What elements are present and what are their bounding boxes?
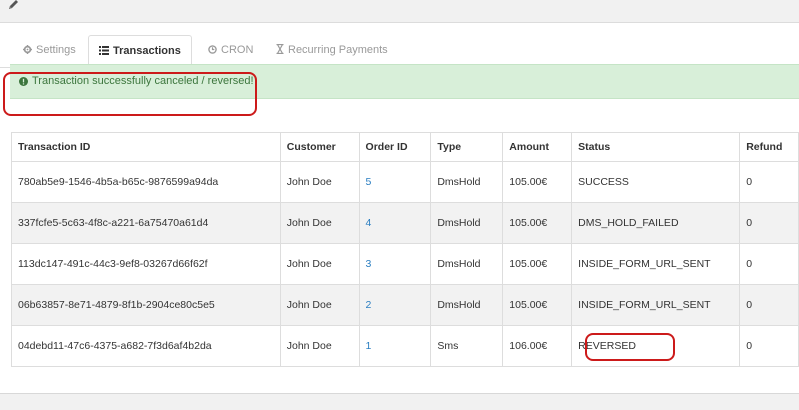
hourglass-icon <box>276 36 284 67</box>
tab-recurring-payments-label: Recurring Payments <box>288 44 388 56</box>
cell-order-id: 4 <box>358 202 432 244</box>
cell-order-id: 5 <box>358 161 432 203</box>
cell-transaction-id: 04debd11-47c6-4375-a682-7f3d6af4b2da <box>11 325 281 367</box>
cell-amount: 105.00€ <box>502 161 573 203</box>
cell-customer: John Doe <box>279 325 360 367</box>
cell-amount: 106.00€ <box>502 325 573 367</box>
cell-transaction-id: 780ab5e9-1546-4b5a-b65c-9876599a94da <box>11 161 281 203</box>
tab-settings-label: Settings <box>36 44 76 56</box>
tab-cron[interactable]: CRON <box>208 35 253 66</box>
header-amount[interactable]: Amount <box>502 132 573 162</box>
table-row: 04debd11-47c6-4375-a682-7f3d6af4b2da Joh… <box>11 325 799 367</box>
cell-refund: 0 <box>739 243 799 285</box>
order-link[interactable]: 1 <box>366 340 372 352</box>
tab-settings[interactable]: Settings <box>23 35 76 66</box>
cell-type: DmsHold <box>430 284 504 326</box>
pencil-icon[interactable] <box>7 0 21 12</box>
transactions-table: Transaction ID Customer Order ID Type Am… <box>11 132 799 367</box>
header-status[interactable]: Status <box>571 132 741 162</box>
cell-amount: 105.00€ <box>502 243 573 285</box>
clock-icon <box>208 36 217 67</box>
cell-type: DmsHold <box>430 243 504 285</box>
cell-status: INSIDE_FORM_URL_SENT <box>571 243 741 285</box>
table-row: 780ab5e9-1546-4b5a-b65c-9876599a94da Joh… <box>11 161 799 203</box>
table-row: 06b63857-8e71-4879-8f1b-2904ce80c5e5 Joh… <box>11 284 799 326</box>
header-refund[interactable]: Refund <box>739 132 799 162</box>
status-highlight-box <box>585 333 675 361</box>
alert-highlight-box <box>3 72 257 116</box>
cell-refund: 0 <box>739 284 799 326</box>
cell-transaction-id: 06b63857-8e71-4879-8f1b-2904ce80c5e5 <box>11 284 281 326</box>
header-type[interactable]: Type <box>430 132 504 162</box>
cell-status: DMS_HOLD_FAILED <box>571 202 741 244</box>
cell-transaction-id: 113dc147-491c-44c3-9ef8-03267d66f62f <box>11 243 281 285</box>
header-order-id[interactable]: Order ID <box>358 132 432 162</box>
header-transaction-id[interactable]: Transaction ID <box>11 132 281 162</box>
tab-cron-label: CRON <box>221 44 254 56</box>
table-row: 113dc147-491c-44c3-9ef8-03267d66f62f Joh… <box>11 243 799 285</box>
cell-order-id: 2 <box>358 284 432 326</box>
order-link[interactable]: 5 <box>366 176 372 188</box>
order-link[interactable]: 4 <box>366 217 372 229</box>
cell-customer: John Doe <box>279 161 360 203</box>
gear-icon <box>23 36 32 67</box>
cell-status: SUCCESS <box>571 161 741 203</box>
cell-customer: John Doe <box>279 243 360 285</box>
tab-transactions-label: Transactions <box>113 45 181 57</box>
cell-status: INSIDE_FORM_URL_SENT <box>571 284 741 326</box>
cell-order-id: 3 <box>358 243 432 285</box>
cell-transaction-id: 337fcfe5-5c63-4f8c-a221-6a75470a61d4 <box>11 202 281 244</box>
tab-recurring-payments[interactable]: Recurring Payments <box>276 35 388 66</box>
cell-type: DmsHold <box>430 202 504 244</box>
cell-customer: John Doe <box>279 284 360 326</box>
cell-amount: 105.00€ <box>502 202 573 244</box>
cell-type: DmsHold <box>430 161 504 203</box>
table-row: 337fcfe5-5c63-4f8c-a221-6a75470a61d4 Joh… <box>11 202 799 244</box>
order-link[interactable]: 2 <box>366 299 372 311</box>
cell-refund: 0 <box>739 161 799 203</box>
table-header-row: Transaction ID Customer Order ID Type Am… <box>11 132 799 162</box>
header-customer[interactable]: Customer <box>279 132 360 162</box>
cell-refund: 0 <box>739 325 799 367</box>
top-bar <box>0 0 799 22</box>
cell-amount: 105.00€ <box>502 284 573 326</box>
cell-refund: 0 <box>739 202 799 244</box>
cell-order-id: 1 <box>358 325 432 367</box>
cell-type: Sms <box>430 325 504 367</box>
cell-customer: John Doe <box>279 202 360 244</box>
order-link[interactable]: 3 <box>366 258 372 270</box>
